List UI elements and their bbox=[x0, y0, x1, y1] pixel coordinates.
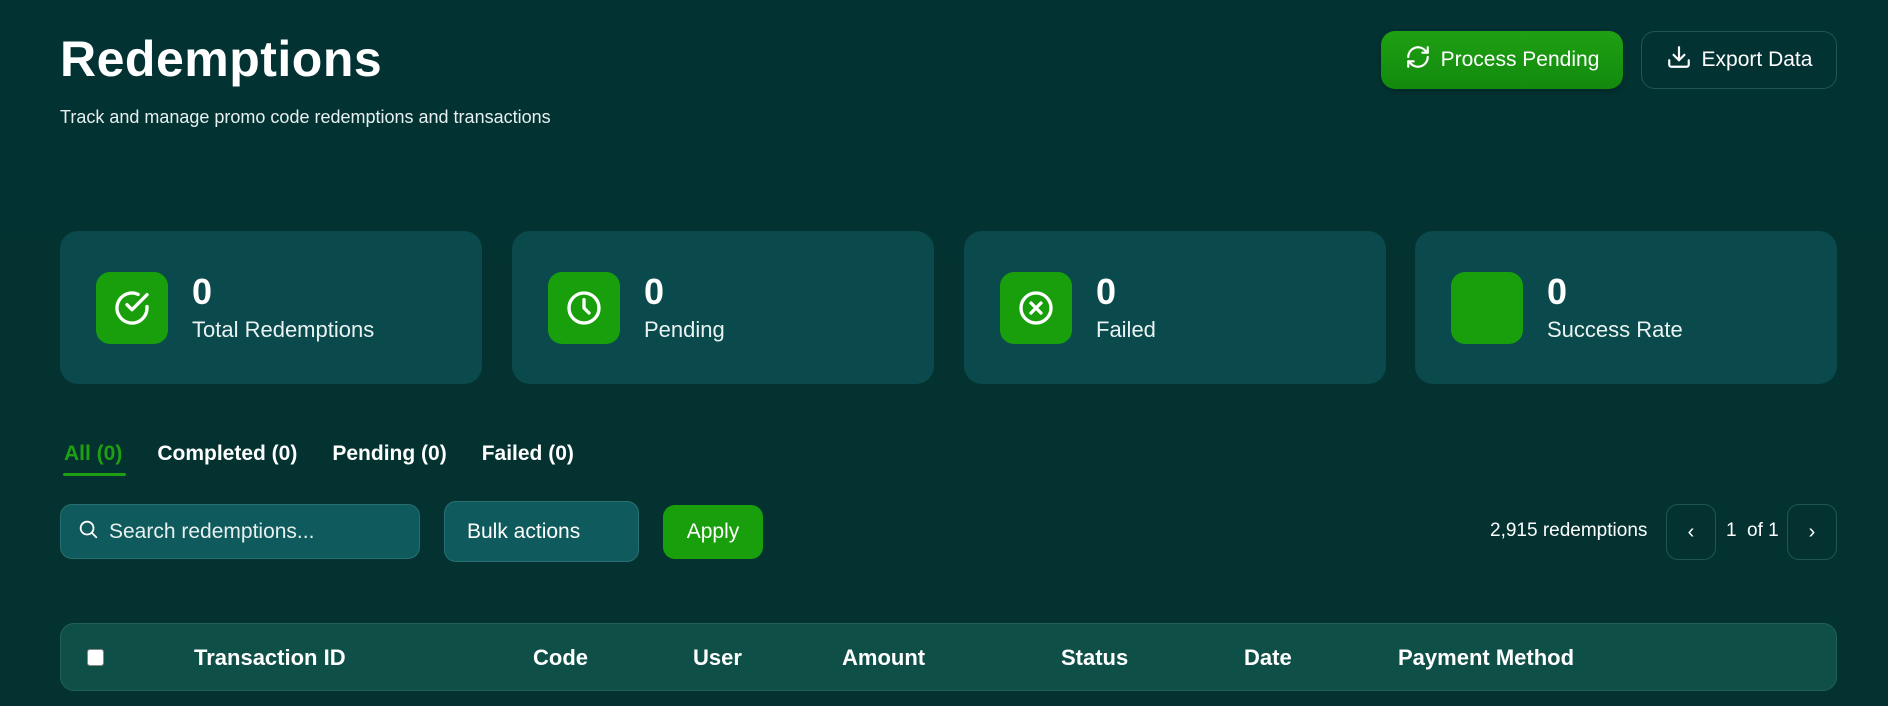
stat-value: 0 bbox=[192, 271, 213, 312]
page-subtitle: Track and manage promo code redemptions … bbox=[60, 107, 551, 127]
redemption-count: 2,915 redemptions bbox=[1490, 520, 1648, 541]
stat-label: Failed bbox=[1096, 317, 1156, 342]
table-header: Transaction ID Code User Amount Status D… bbox=[60, 623, 1837, 691]
clock-icon bbox=[548, 272, 620, 344]
column-payment-method[interactable]: Payment Method bbox=[1398, 645, 1574, 671]
stat-value: 0 bbox=[1096, 271, 1117, 312]
next-page-button[interactable]: › bbox=[1787, 504, 1837, 560]
column-status[interactable]: Status bbox=[1061, 645, 1128, 671]
stat-card-success-rate: 0 Success Rate bbox=[1415, 231, 1837, 384]
tab-all[interactable]: All (0) bbox=[60, 440, 127, 476]
apply-button[interactable]: Apply bbox=[663, 505, 763, 559]
search-input[interactable] bbox=[109, 519, 399, 544]
column-amount[interactable]: Amount bbox=[842, 645, 925, 671]
search-icon bbox=[77, 518, 99, 545]
stat-card-failed: 0 Failed bbox=[964, 231, 1386, 384]
export-data-label: Export Data bbox=[1701, 48, 1813, 71]
download-icon bbox=[1666, 44, 1692, 76]
search-box bbox=[60, 504, 420, 559]
filter-tabs: All (0) Completed (0) Pending (0) Failed… bbox=[60, 440, 578, 476]
column-date[interactable]: Date bbox=[1244, 645, 1292, 671]
tab-completed[interactable]: Completed (0) bbox=[153, 440, 301, 476]
tab-pending[interactable]: Pending (0) bbox=[328, 440, 450, 476]
process-pending-label: Process Pending bbox=[1440, 48, 1600, 71]
tab-failed[interactable]: Failed (0) bbox=[478, 440, 578, 476]
stat-card-total: 0 Total Redemptions bbox=[60, 231, 482, 384]
blank-icon bbox=[1451, 272, 1523, 344]
stat-value: 0 bbox=[644, 271, 665, 312]
process-pending-button[interactable]: Process Pending bbox=[1381, 31, 1623, 89]
stat-card-pending: 0 Pending bbox=[512, 231, 934, 384]
column-transaction-id[interactable]: Transaction ID bbox=[194, 645, 346, 671]
stat-value: 0 bbox=[1547, 271, 1568, 312]
bulk-actions-select[interactable]: Bulk actions bbox=[444, 501, 639, 562]
refresh-icon bbox=[1405, 44, 1431, 76]
x-circle-icon bbox=[1000, 272, 1072, 344]
stat-label: Pending bbox=[644, 317, 725, 342]
prev-page-button[interactable]: ‹ bbox=[1666, 504, 1716, 560]
page-title: Redemptions bbox=[60, 31, 383, 87]
export-data-button[interactable]: Export Data bbox=[1641, 31, 1837, 89]
stat-label: Success Rate bbox=[1547, 317, 1683, 342]
stat-label: Total Redemptions bbox=[192, 317, 375, 342]
current-page: 1 bbox=[1726, 520, 1737, 541]
total-pages: of 1 bbox=[1747, 520, 1779, 541]
check-circle-icon bbox=[96, 272, 168, 344]
column-code[interactable]: Code bbox=[533, 645, 588, 671]
column-user[interactable]: User bbox=[693, 645, 742, 671]
redemptions-page: Redemptions Track and manage promo code … bbox=[0, 0, 1888, 706]
select-all-checkbox[interactable] bbox=[87, 649, 104, 666]
